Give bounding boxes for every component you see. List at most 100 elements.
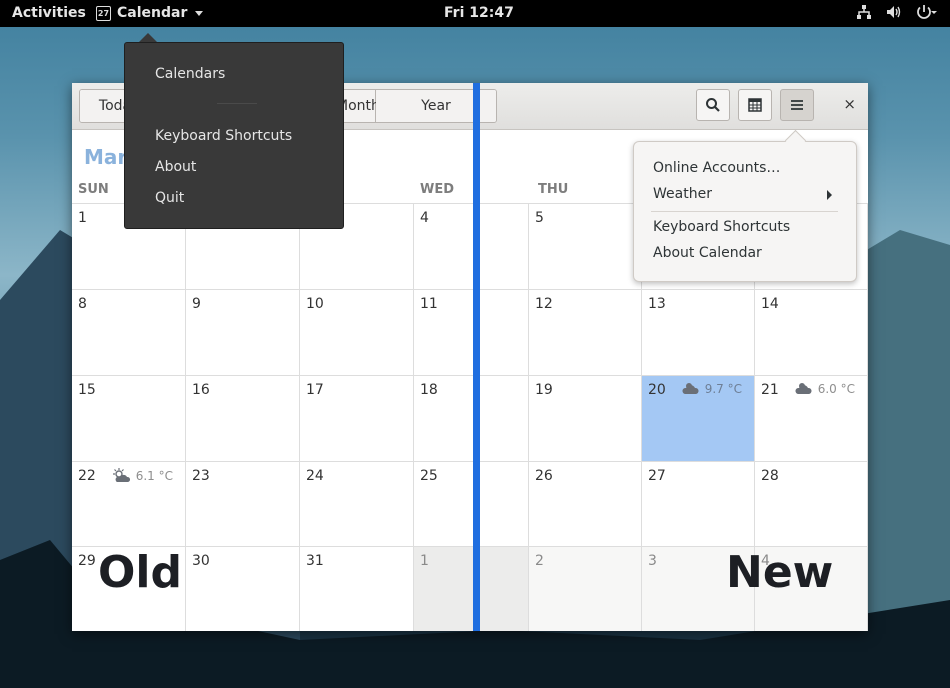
month-title: Mar xyxy=(84,145,128,169)
calendar-day[interactable]: 11 xyxy=(414,290,529,376)
day-number: 12 xyxy=(535,296,553,312)
day-number: 5 xyxy=(535,210,544,226)
day-number: 13 xyxy=(648,296,666,312)
calendar-day[interactable]: 8 xyxy=(72,290,186,376)
partly-sunny-icon xyxy=(112,468,130,482)
day-header-wed: WED xyxy=(420,182,455,197)
day-number: 24 xyxy=(306,468,324,484)
day-number: 1 xyxy=(420,553,429,569)
calendar-day[interactable]: 16 xyxy=(186,376,300,462)
chevron-down-icon xyxy=(195,10,204,16)
app-menu-label: Calendar xyxy=(117,5,188,21)
calendar-day[interactable]: 13 xyxy=(642,290,755,376)
day-number: 29 xyxy=(78,553,96,569)
clock[interactable]: Fri 12:47 xyxy=(444,5,514,21)
menu-item-calendars[interactable]: Calendars xyxy=(155,66,225,82)
menu-item-online-accounts[interactable]: Online Accounts… xyxy=(653,160,780,176)
volume-icon xyxy=(887,6,901,18)
calendar-day-today[interactable]: 20 9.7 °C xyxy=(642,376,755,462)
calendar-day[interactable]: 1 xyxy=(414,547,529,631)
day-number: 19 xyxy=(535,382,553,398)
old-label: Old xyxy=(98,547,182,598)
day-header-sun: SUN xyxy=(78,182,109,197)
day-number: 15 xyxy=(78,382,96,398)
temperature: 9.7 °C xyxy=(704,382,742,396)
calendar-day[interactable]: 14 xyxy=(755,290,868,376)
menu-button[interactable] xyxy=(780,89,814,121)
day-number: 2 xyxy=(535,553,544,569)
activities-button[interactable]: Activities xyxy=(12,5,86,21)
day-number: 22 xyxy=(78,468,96,484)
chevron-right-icon xyxy=(827,190,832,200)
calendar-day[interactable]: 18 xyxy=(414,376,529,462)
temperature: 6.0 °C xyxy=(817,382,855,396)
calendar-day[interactable]: 27 xyxy=(642,462,755,547)
comparison-divider xyxy=(473,83,480,631)
calendar-day[interactable]: 21 6.0 °C xyxy=(755,376,868,462)
calendar-day[interactable]: 26 xyxy=(529,462,642,547)
day-number: 21 xyxy=(761,382,779,398)
calendar-day[interactable]: 4 xyxy=(414,204,529,290)
top-bar: Activities 27 Calendar Fri 12:47 xyxy=(0,0,950,27)
hamburger-menu-icon xyxy=(791,100,803,110)
cloudy-icon xyxy=(795,383,812,394)
new-label: New xyxy=(726,547,834,598)
cloudy-icon xyxy=(682,383,699,394)
day-number: 10 xyxy=(306,296,324,312)
day-number: 26 xyxy=(535,468,553,484)
weather-forecast: 6.0 °C xyxy=(794,382,855,396)
menu-item-weather[interactable]: Weather xyxy=(653,186,712,202)
calendar-day[interactable]: 15 xyxy=(72,376,186,462)
calendar-day[interactable]: 5 xyxy=(529,204,642,290)
day-number: 4 xyxy=(420,210,429,226)
weather-forecast: 6.1 °C xyxy=(112,468,173,484)
menu-item-about[interactable]: About xyxy=(155,159,196,175)
menu-item-about-calendar[interactable]: About Calendar xyxy=(653,245,762,261)
menu-separator xyxy=(651,211,838,212)
day-number: 31 xyxy=(306,553,324,569)
day-number: 3 xyxy=(648,553,657,569)
day-number: 25 xyxy=(420,468,438,484)
gear-menu-popover: Online Accounts… Weather Keyboard Shortc… xyxy=(633,141,857,282)
day-number: 16 xyxy=(192,382,210,398)
day-number: 1 xyxy=(78,210,87,226)
calendar-day[interactable]: 24 xyxy=(300,462,414,547)
calendar-day[interactable]: 31 xyxy=(300,547,414,631)
day-number: 20 xyxy=(648,382,666,398)
day-number: 28 xyxy=(761,468,779,484)
calendar-grid-icon xyxy=(748,98,762,112)
day-number: 18 xyxy=(420,382,438,398)
network-icon xyxy=(857,5,871,19)
calendar-management-button[interactable] xyxy=(738,89,772,121)
day-number: 11 xyxy=(420,296,438,312)
calendar-day[interactable]: 2 xyxy=(529,547,642,631)
menu-item-keyboard-shortcuts[interactable]: Keyboard Shortcuts xyxy=(653,219,790,235)
day-number: 14 xyxy=(761,296,779,312)
day-number: 27 xyxy=(648,468,666,484)
menu-item-quit[interactable]: Quit xyxy=(155,190,184,206)
status-area[interactable] xyxy=(856,4,938,20)
day-header-thu: THU xyxy=(538,182,569,197)
calendar-day[interactable]: 25 xyxy=(414,462,529,547)
day-number: 23 xyxy=(192,468,210,484)
calendar-day[interactable]: 30 xyxy=(186,547,300,631)
day-number: 17 xyxy=(306,382,324,398)
weather-forecast: 9.7 °C xyxy=(681,382,742,396)
calendar-day[interactable]: 28 xyxy=(755,462,868,547)
search-icon xyxy=(706,98,720,112)
calendar-day[interactable]: 22 6.1 °C xyxy=(72,462,186,547)
calendar-app-icon: 27 xyxy=(96,5,111,21)
calendar-day[interactable]: 9 xyxy=(186,290,300,376)
menu-item-keyboard-shortcuts[interactable]: Keyboard Shortcuts xyxy=(155,128,292,144)
app-menu-popover: Calendars Keyboard Shortcuts About Quit xyxy=(124,42,344,229)
calendar-day[interactable]: 10 xyxy=(300,290,414,376)
calendar-day[interactable]: 19 xyxy=(529,376,642,462)
day-number: 9 xyxy=(192,296,201,312)
calendar-day[interactable]: 12 xyxy=(529,290,642,376)
calendar-day[interactable]: 23 xyxy=(186,462,300,547)
app-menu-button[interactable]: 27 Calendar xyxy=(96,5,204,21)
menu-separator xyxy=(217,103,257,104)
calendar-day[interactable]: 17 xyxy=(300,376,414,462)
close-button[interactable]: × xyxy=(843,95,856,113)
search-button[interactable] xyxy=(696,89,730,121)
